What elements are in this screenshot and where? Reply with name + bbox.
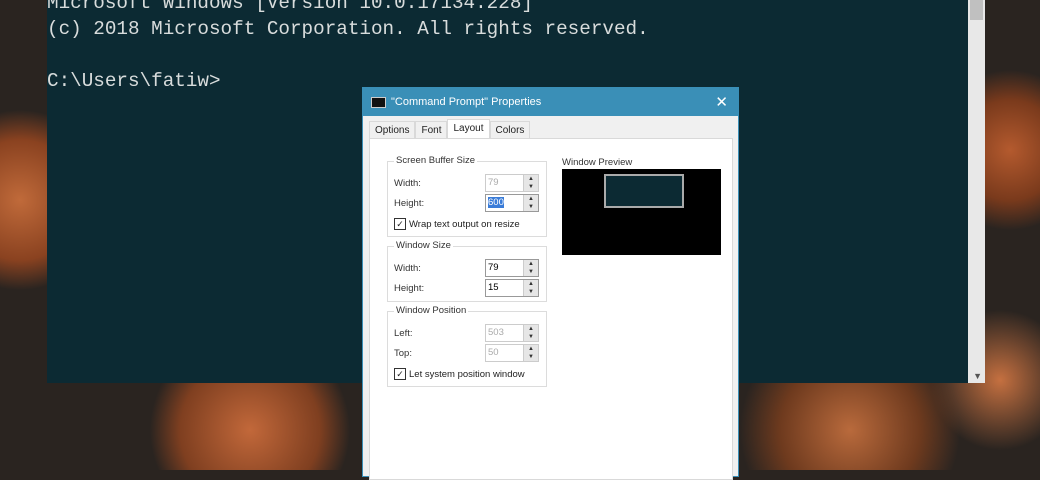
spin-arrows-icon[interactable]: ▲ ▼ (523, 325, 538, 341)
tab-layout[interactable]: Layout (447, 119, 490, 139)
window-height-value[interactable]: 15 (486, 280, 523, 296)
window-width-value[interactable]: 79 (486, 260, 523, 276)
checkbox-label: Let system position window (409, 368, 525, 380)
scroll-down-icon[interactable]: ▼ (973, 371, 982, 381)
cmd-icon (371, 96, 386, 108)
window-preview-label: Window Preview (562, 157, 633, 168)
dialog-title: "Command Prompt" Properties (391, 96, 542, 108)
window-height-spinner[interactable]: 15 ▲ ▼ (485, 279, 539, 297)
tab-bar: Options Font Layout Colors (369, 119, 531, 139)
checkmark-icon[interactable]: ✓ (394, 368, 406, 380)
window-size-group: Window Size Width: 79 ▲ ▼ Height: 15 ▲ ▼ (387, 240, 547, 302)
window-preview (562, 169, 721, 255)
field-label: Height: (394, 283, 425, 294)
group-label: Screen Buffer Size (394, 155, 478, 166)
window-width-spinner[interactable]: 79 ▲ ▼ (485, 259, 539, 277)
position-left-value[interactable]: 503 (486, 325, 523, 341)
layout-panel: Screen Buffer Size Width: 79 ▲ ▼ Height: 6… (369, 138, 733, 480)
checkmark-icon[interactable]: ✓ (394, 218, 406, 230)
buffer-height-value[interactable]: 600 (488, 197, 504, 208)
wrap-text-checkbox[interactable]: ✓ Wrap text output on resize (394, 218, 520, 230)
checkbox-label: Wrap text output on resize (409, 218, 520, 230)
field-label: Left: (394, 328, 413, 339)
tab-colors[interactable]: Colors (489, 121, 531, 139)
screen-buffer-group: Screen Buffer Size Width: 79 ▲ ▼ Height: 6… (387, 155, 547, 237)
scroll-thumb[interactable] (970, 0, 983, 20)
spin-arrows-icon[interactable]: ▲ ▼ (523, 260, 538, 276)
preview-window (604, 174, 684, 208)
dialog-title-bar[interactable]: "Command Prompt" Properties ✕ (363, 88, 738, 116)
spin-arrows-icon[interactable]: ▲ ▼ (523, 345, 538, 361)
console-line: Microsoft Windows [Version 10.0.17134.22… (47, 0, 533, 14)
console-line: (c) 2018 Microsoft Corporation. All righ… (47, 18, 649, 40)
buffer-width-spinner[interactable]: 79 ▲ ▼ (485, 174, 539, 192)
field-label: Top: (394, 348, 412, 359)
window-position-group: Window Position Left: 503 ▲ ▼ Top: 50 ▲ ▼ ✓ L… (387, 305, 547, 387)
close-icon[interactable]: ✕ (715, 93, 728, 111)
position-left-spinner[interactable]: 503 ▲ ▼ (485, 324, 539, 342)
buffer-height-spinner[interactable]: 600 ▲ ▼ (485, 194, 539, 212)
spin-arrows-icon[interactable]: ▲ ▼ (523, 175, 538, 191)
properties-dialog: "Command Prompt" Properties ✕ Options Fo… (362, 87, 739, 480)
field-label: Height: (394, 198, 425, 209)
tab-font[interactable]: Font (415, 121, 448, 139)
buffer-width-value[interactable]: 79 (486, 175, 523, 191)
spin-arrows-icon[interactable]: ▲ ▼ (523, 280, 538, 296)
console-output: Microsoft Windows [Version 10.0.17134.22… (47, 0, 649, 94)
field-label: Width: (394, 263, 421, 274)
group-label: Window Position (394, 305, 469, 316)
console-scrollbar[interactable]: ▼ (968, 0, 985, 383)
field-label: Width: (394, 178, 421, 189)
group-label: Window Size (394, 240, 453, 251)
system-position-checkbox[interactable]: ✓ Let system position window (394, 368, 525, 380)
position-top-value[interactable]: 50 (486, 345, 523, 361)
tab-options[interactable]: Options (369, 121, 416, 139)
spin-arrows-icon[interactable]: ▲ ▼ (523, 195, 538, 211)
position-top-spinner[interactable]: 50 ▲ ▼ (485, 344, 539, 362)
